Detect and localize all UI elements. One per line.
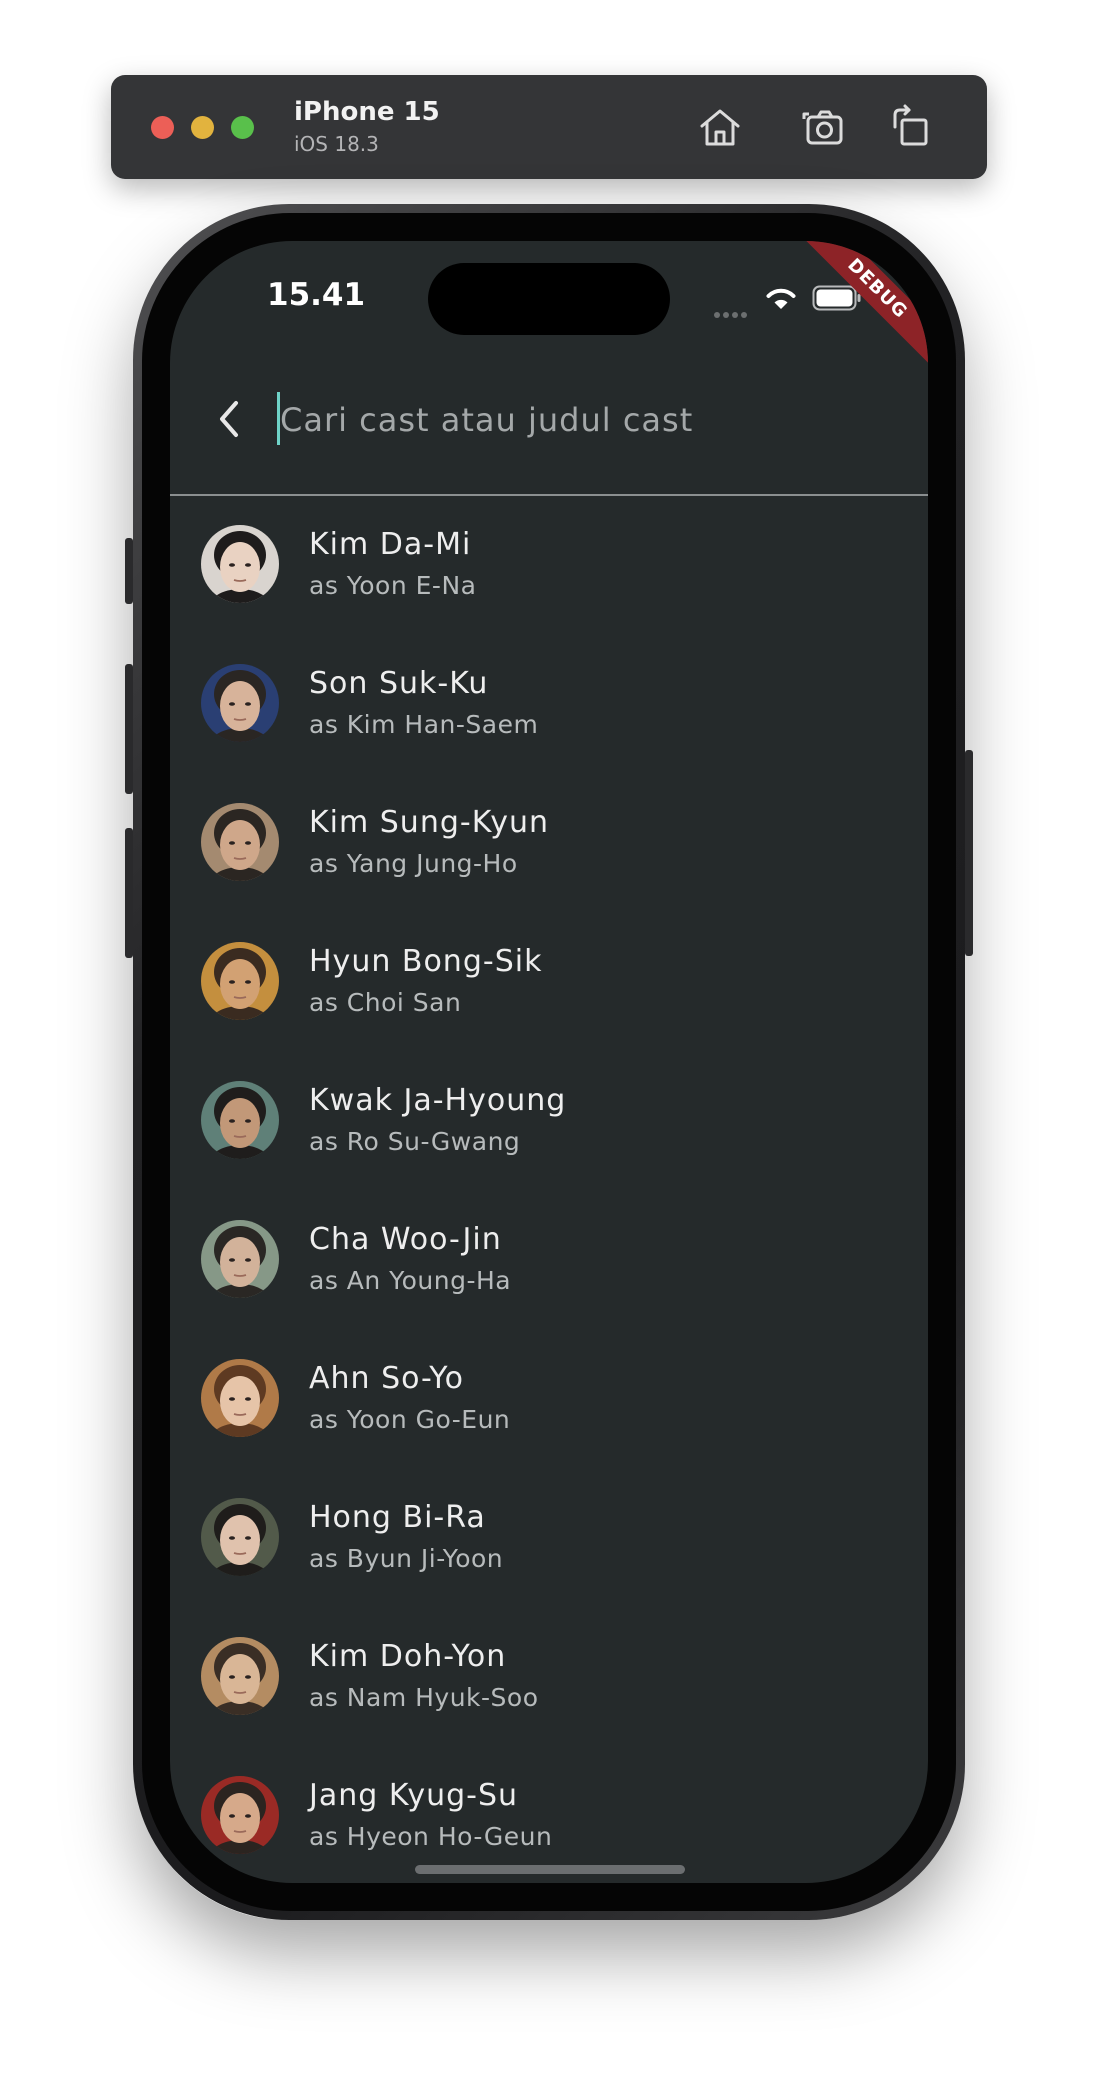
cast-avatar (201, 1637, 279, 1715)
cast-avatar (201, 1220, 279, 1298)
wifi-icon (764, 285, 798, 311)
cast-list-item[interactable]: Hong Bi-Ra as Byun Ji-Yoon (170, 1469, 928, 1608)
cast-avatar (201, 803, 279, 881)
screenshot-icon[interactable] (799, 103, 847, 151)
chevron-left-icon (220, 401, 238, 437)
cellular-signal-icon (714, 303, 754, 318)
simulator-toolbar: iPhone 15 iOS 18.3 (111, 75, 987, 179)
dynamic-island (428, 263, 670, 335)
search-input[interactable] (278, 389, 902, 451)
cast-avatar (201, 1776, 279, 1854)
cast-name: Son Suk-Ku (309, 666, 489, 701)
volume-down-button (125, 828, 133, 958)
cast-avatar (201, 942, 279, 1020)
cast-role: as Ro Su-Gwang (309, 1127, 521, 1156)
power-button (965, 750, 973, 956)
cast-role: as Yoon Go-Eun (309, 1405, 511, 1434)
cast-name: Ahn So-Yo (309, 1361, 465, 1396)
cast-role: as Yoon E-Na (309, 571, 477, 600)
cast-name: Kwak Ja-Hyoung (309, 1083, 567, 1118)
cast-role: as An Young-Ha (309, 1266, 512, 1295)
cast-avatar (201, 1498, 279, 1576)
os-version: iOS 18.3 (294, 132, 379, 156)
cast-name: Hyun Bong-Sik (309, 944, 543, 979)
cast-role: as Choi San (309, 988, 462, 1017)
cast-list-item[interactable]: Jang Kyug-Su as Hyeon Ho-Geun (170, 1747, 928, 1883)
cast-avatar (201, 1359, 279, 1437)
cast-avatar (201, 525, 279, 603)
cast-list-item[interactable]: Son Suk-Ku as Kim Han-Saem (170, 635, 928, 774)
cast-list-item[interactable]: Kim Sung-Kyun as Yang Jung-Ho (170, 774, 928, 913)
cast-role: as Byun Ji-Yoon (309, 1544, 504, 1573)
home-icon[interactable] (696, 103, 744, 151)
close-window-button[interactable] (151, 116, 174, 139)
cast-list-item[interactable]: Hyun Bong-Sik as Choi San (170, 913, 928, 1052)
cast-avatar (201, 664, 279, 742)
cast-role: as Hyeon Ho-Geun (309, 1822, 553, 1851)
cast-name: Hong Bi-Ra (309, 1500, 486, 1535)
back-button[interactable] (206, 393, 252, 445)
cast-role: as Yang Jung-Ho (309, 849, 518, 878)
cast-list-item[interactable]: Kwak Ja-Hyoung as Ro Su-Gwang (170, 1052, 928, 1191)
volume-up-button (125, 664, 133, 794)
cast-list-item[interactable]: Ahn So-Yo as Yoon Go-Eun (170, 1330, 928, 1469)
cast-name: Cha Woo-Jin (309, 1222, 502, 1257)
cast-role: as Nam Hyuk-Soo (309, 1683, 539, 1712)
status-time: 15.41 (267, 277, 366, 313)
cast-role: as Kim Han-Saem (309, 710, 539, 739)
app-screen: 15.41 DEBUG Kim Da-Mias Yoon E-NaSon Suk… (170, 241, 928, 1883)
cast-list: Kim Da-Mi as Yoon E-Na Son Suk-Ku as Kim Ha… (170, 496, 928, 1883)
cast-name: Kim Da-Mi (309, 527, 472, 562)
search-app-bar (170, 351, 928, 496)
cast-list-item[interactable]: Kim Da-Mi as Yoon E-Na (170, 496, 928, 635)
cast-name: Kim Sung-Kyun (309, 805, 549, 840)
cast-list-item[interactable]: Cha Woo-Jin as An Young-Ha (170, 1191, 928, 1330)
cast-name: Jang Kyug-Su (309, 1778, 519, 1813)
rotate-icon[interactable] (887, 103, 935, 151)
action-button (125, 538, 133, 604)
cast-avatar (201, 1081, 279, 1159)
minimize-window-button[interactable] (191, 116, 214, 139)
cast-name: Kim Doh-Yon (309, 1639, 507, 1674)
home-indicator (415, 1865, 685, 1874)
zoom-window-button[interactable] (231, 116, 254, 139)
device-name: iPhone 15 (294, 97, 440, 127)
cast-list-item[interactable]: Kim Doh-Yon as Nam Hyuk-Soo (170, 1608, 928, 1747)
